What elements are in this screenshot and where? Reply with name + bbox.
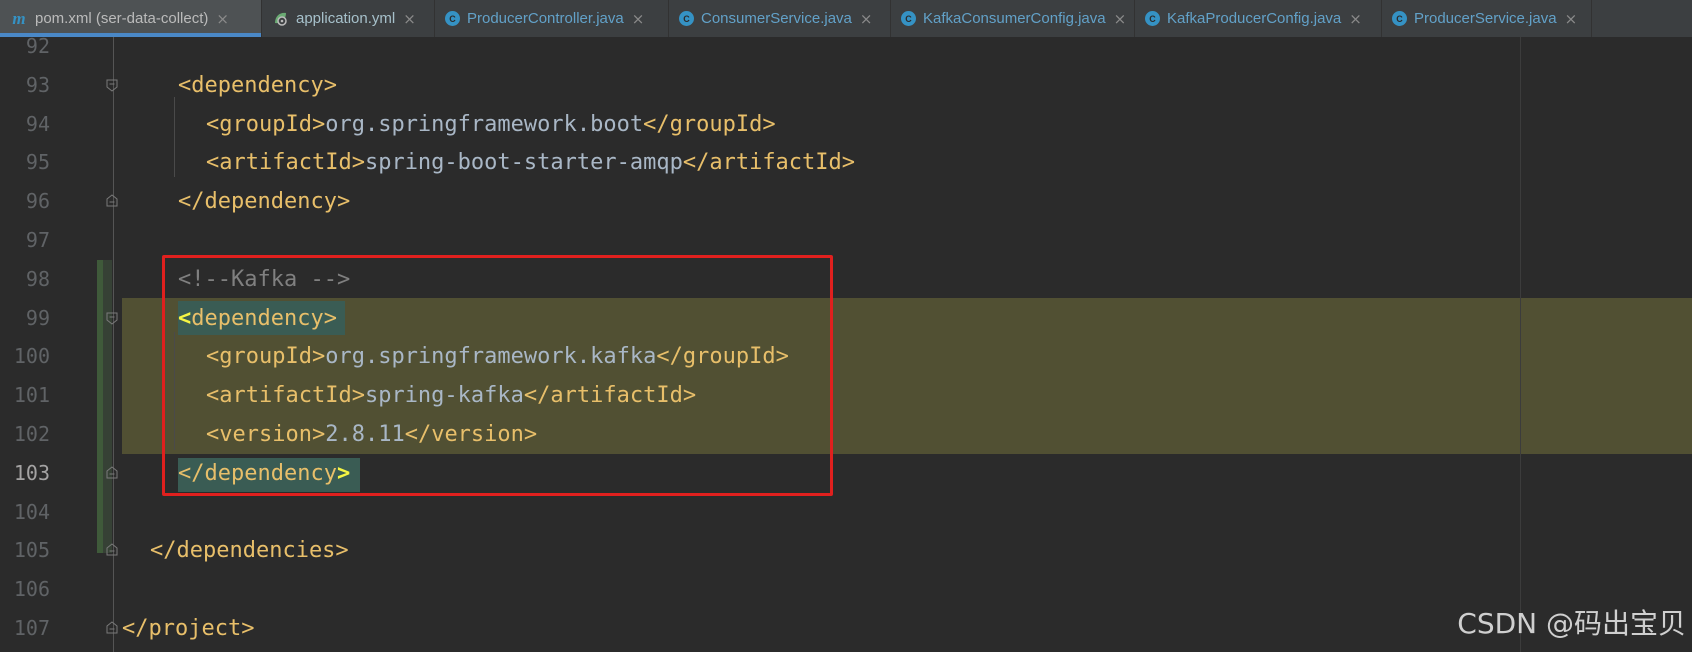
vcs-change-marker-edge — [97, 260, 103, 553]
line-number: 103 — [13, 460, 50, 485]
java-class-icon: C — [901, 11, 916, 26]
tab-label: ConsumerService.java — [701, 10, 852, 27]
code-line: </project> — [122, 609, 254, 648]
code-token: </dependency> — [178, 189, 351, 215]
tab-6[interactable]: C ProducerService.java × — [1382, 0, 1592, 37]
tab-label: KafkaConsumerConfig.java — [923, 10, 1106, 27]
maven-icon: m — [12, 8, 26, 28]
tab-label: ProducerController.java — [467, 10, 624, 27]
gutter-separator — [113, 37, 114, 652]
tab-2[interactable]: C ProducerController.java × — [435, 0, 669, 37]
code-line: </dependencies> — [150, 531, 349, 570]
line-number: 92 — [25, 37, 50, 58]
tab-label: pom.xml (ser-data-collect) — [35, 10, 209, 27]
line-number: 96 — [25, 189, 50, 214]
fold-open-icon[interactable] — [104, 78, 120, 94]
close-icon[interactable]: × — [1565, 10, 1578, 28]
code-token: <groupId> — [206, 111, 326, 137]
line-number: 104 — [13, 499, 50, 524]
line-number: 106 — [13, 577, 50, 602]
code-token: <dependency> — [178, 72, 337, 98]
code-line: <groupId>org.springframework.boot</group… — [206, 105, 776, 144]
tab-label: ProducerService.java — [1414, 10, 1557, 27]
tab-3[interactable]: C ConsumerService.java × — [669, 0, 891, 37]
tab-5[interactable]: C KafkaProducerConfig.java × — [1135, 0, 1382, 37]
fold-close-icon[interactable] — [104, 466, 120, 482]
tab-1[interactable]: application.yml × — [262, 0, 435, 37]
line-number: 105 — [13, 538, 50, 563]
close-icon[interactable]: × — [860, 10, 873, 28]
watermark: CSDN @码出宝贝 — [1457, 607, 1686, 640]
code-token: </dependencies> — [150, 538, 349, 564]
code-token: spring-boot-starter-amqp — [364, 150, 683, 176]
code-token: </project> — [122, 616, 255, 641]
code-editor[interactable]: 92 93 <dependency> 94 <groupId>org.springfra… — [0, 37, 1692, 652]
line-number: 99 — [25, 305, 50, 330]
line-number: 94 — [25, 111, 50, 136]
fold-open-icon[interactable] — [104, 311, 120, 327]
close-icon[interactable]: × — [632, 10, 645, 28]
code-line: <artifactId>spring-boot-starter-amqp</ar… — [206, 143, 855, 182]
right-margin-guide — [1520, 37, 1521, 652]
tab-label: application.yml — [296, 10, 396, 27]
line-number: 101 — [13, 383, 50, 408]
tab-4[interactable]: C KafkaConsumerConfig.java × — [891, 0, 1135, 37]
code-token: org.springframework.boot — [325, 111, 644, 137]
tab-0[interactable]: m pom.xml (ser-data-collect) × — [0, 0, 262, 37]
code-token: </artifactId> — [682, 150, 856, 176]
code-line: <dependency> — [178, 66, 337, 105]
line-number: 100 — [13, 344, 50, 369]
java-class-icon: C — [445, 11, 460, 26]
line-number: 93 — [25, 72, 50, 97]
tab-label: KafkaProducerConfig.java — [1167, 10, 1342, 27]
editor-tab-bar: m pom.xml (ser-data-collect) × application.… — [0, 0, 1692, 38]
code-line: </dependency> — [178, 182, 350, 221]
code-token: </groupId> — [643, 111, 776, 137]
close-icon[interactable]: × — [216, 10, 229, 28]
line-number: 97 — [25, 228, 50, 252]
code-token: <artifactId> — [206, 150, 365, 176]
close-icon[interactable]: × — [1349, 10, 1362, 28]
yaml-icon — [272, 11, 289, 26]
line-number: 107 — [13, 616, 50, 640]
java-class-icon: C — [679, 11, 694, 26]
fold-close-icon[interactable] — [104, 543, 120, 559]
indent-guide — [174, 97, 175, 177]
line-number: 95 — [25, 150, 50, 175]
java-class-icon: C — [1392, 11, 1407, 26]
java-class-icon: C — [1145, 11, 1160, 26]
close-icon[interactable]: × — [403, 10, 416, 28]
line-number: 98 — [25, 266, 50, 291]
fold-close-icon[interactable] — [104, 621, 120, 637]
fold-close-icon[interactable] — [104, 194, 120, 210]
line-number: 102 — [13, 422, 50, 446]
close-icon[interactable]: × — [1114, 10, 1127, 28]
annotation-highlight-box — [162, 255, 833, 496]
